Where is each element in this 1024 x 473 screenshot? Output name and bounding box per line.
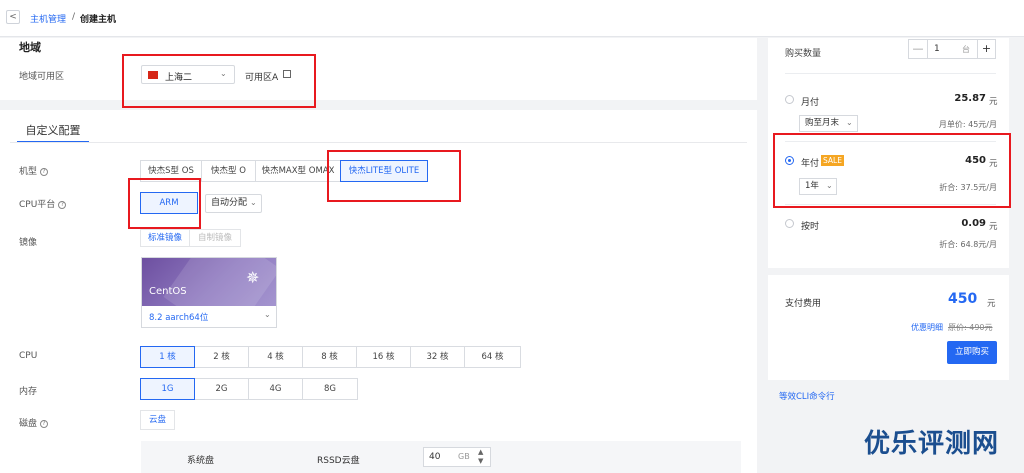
image-label: 镜像 bbox=[19, 238, 38, 248]
model-label: 机型? bbox=[19, 164, 49, 177]
system-disk-type: RSSD云盘 bbox=[317, 456, 360, 466]
disk-size-stepper[interactable]: 40 GB ▲ ▼ bbox=[423, 447, 491, 467]
cpu-platform-label-text: CPU平台 bbox=[19, 200, 56, 210]
centos-logo-icon: ✵ bbox=[246, 268, 260, 287]
top-bar: < 主机管理 / 创建主机 bbox=[0, 0, 1024, 37]
cpu-platform-options: ARM bbox=[140, 192, 198, 214]
cpu-option-2[interactable]: 2 核 bbox=[194, 346, 249, 368]
system-disk-row: 系统盘 RSSD云盘 40 GB ▲ ▼ bbox=[141, 441, 741, 473]
quantity-unit: 台 bbox=[962, 45, 970, 54]
model-option-o[interactable]: 快杰型 O bbox=[201, 160, 256, 182]
cpu-platform-arm[interactable]: ARM bbox=[140, 192, 198, 214]
disk-label: 磁盘? bbox=[19, 416, 49, 429]
memory-option-1g[interactable]: 1G bbox=[140, 378, 195, 400]
increment-icon[interactable]: ▲ bbox=[478, 448, 483, 456]
discount-details-link[interactable]: 优惠明细 bbox=[911, 322, 943, 333]
radio-hourly[interactable] bbox=[785, 219, 794, 228]
highlight-region-box bbox=[122, 54, 316, 108]
disk-label-text: 磁盘 bbox=[19, 419, 38, 429]
monthly-price-unit: 元 bbox=[989, 97, 998, 107]
image-tabs: 标准镜像 自制镜像 bbox=[140, 229, 241, 247]
monthly-label: 月付 bbox=[801, 98, 820, 108]
watermark-text: 优乐评测网 bbox=[864, 429, 1000, 459]
total-label: 支付费用 bbox=[785, 299, 822, 309]
help-icon[interactable]: ? bbox=[40, 420, 49, 428]
cpu-label: CPU bbox=[19, 351, 38, 361]
hourly-label: 按时 bbox=[801, 222, 820, 232]
os-banner: CentOS ✵ bbox=[142, 258, 276, 306]
cpu-options: 1 核 2 核 4 核 8 核 16 核 32 核 64 核 bbox=[140, 346, 521, 368]
region-section-title: 地域 bbox=[19, 41, 41, 54]
help-icon[interactable]: ? bbox=[58, 201, 67, 209]
disk-size-value: 40 bbox=[429, 452, 441, 462]
model-label-text: 机型 bbox=[19, 167, 38, 177]
original-price: 原价: 490元 bbox=[948, 323, 993, 332]
plus-icon[interactable]: + bbox=[977, 40, 995, 58]
cpu-allocation-value: 自动分配 bbox=[211, 198, 248, 208]
page-title: 创建主机 bbox=[80, 15, 117, 25]
memory-option-4g[interactable]: 4G bbox=[248, 378, 303, 400]
decrement-icon[interactable]: ▼ bbox=[478, 457, 483, 465]
chevron-down-icon: ⌄ bbox=[250, 198, 257, 207]
system-disk-label: 系统盘 bbox=[187, 456, 215, 466]
cpu-option-4[interactable]: 4 核 bbox=[248, 346, 303, 368]
cpu-option-32[interactable]: 32 核 bbox=[410, 346, 465, 368]
region-zone-label: 地域可用区 bbox=[19, 72, 65, 82]
cpu-option-64[interactable]: 64 核 bbox=[464, 346, 521, 368]
minus-icon[interactable]: — bbox=[909, 40, 928, 58]
tab-divider bbox=[10, 142, 747, 143]
breadcrumb-separator: / bbox=[72, 12, 76, 22]
monthly-period-value: 购至月末 bbox=[805, 118, 840, 128]
memory-option-2g[interactable]: 2G bbox=[194, 378, 249, 400]
os-name: CentOS bbox=[149, 286, 187, 297]
buy-now-button[interactable]: 立即购买 bbox=[947, 341, 997, 364]
cpu-option-1[interactable]: 1 核 bbox=[140, 346, 195, 368]
monthly-period-select[interactable]: 购至月末 ⌄ bbox=[799, 115, 858, 132]
cli-command-link[interactable]: 等效CLI命令行 bbox=[779, 390, 835, 402]
custom-config-card: 自定义配置 机型? 快杰S型 OS 快杰型 O 快杰MAX型 OMAX 快杰LI… bbox=[0, 110, 757, 473]
highlight-yearly-box bbox=[773, 133, 1011, 208]
total-amount: 450 bbox=[948, 291, 978, 307]
quantity-label: 购买数量 bbox=[785, 49, 822, 59]
radio-monthly[interactable] bbox=[785, 95, 794, 104]
chevron-down-icon: ⌄ bbox=[264, 310, 271, 319]
memory-option-8g[interactable]: 8G bbox=[302, 378, 358, 400]
os-image-card[interactable]: CentOS ✵ 8.2 aarch64位 ⌄ bbox=[141, 257, 277, 328]
monthly-price: 25.87 bbox=[954, 93, 986, 104]
total-unit: 元 bbox=[987, 299, 996, 309]
model-option-olite[interactable]: 快杰LITE型 OLITE bbox=[340, 160, 428, 182]
tab-standard-image[interactable]: 标准镜像 bbox=[140, 229, 190, 247]
quantity-value[interactable]: 1 bbox=[934, 44, 940, 54]
cpu-allocation-select[interactable]: 自动分配 ⌄ bbox=[205, 194, 262, 213]
chevron-down-icon: ⌄ bbox=[846, 118, 853, 127]
hourly-price: 0.09 bbox=[961, 218, 986, 229]
cpu-option-16[interactable]: 16 核 bbox=[356, 346, 411, 368]
back-arrow-icon[interactable]: < bbox=[6, 10, 20, 24]
cpu-platform-label: CPU平台? bbox=[19, 197, 67, 210]
quantity-stepper[interactable]: — 1 台 + bbox=[908, 39, 996, 59]
hourly-equiv-price: 折合: 64.8元/月 bbox=[939, 240, 997, 249]
disk-type-tabs: 云盘 bbox=[140, 410, 175, 430]
tab-custom-image[interactable]: 自制镜像 bbox=[189, 229, 241, 247]
hourly-price-unit: 元 bbox=[989, 222, 998, 232]
tab-cloud-disk[interactable]: 云盘 bbox=[140, 410, 175, 430]
divider bbox=[785, 73, 996, 74]
memory-label: 内存 bbox=[19, 387, 38, 397]
memory-options: 1G 2G 4G 8G bbox=[140, 378, 358, 400]
os-version-select[interactable]: 8.2 aarch64位 bbox=[149, 311, 208, 323]
cpu-option-8[interactable]: 8 核 bbox=[302, 346, 357, 368]
help-icon[interactable]: ? bbox=[40, 168, 49, 176]
region-card: 地域 地域可用区 上海二 ⌄ 可用区A bbox=[0, 38, 757, 100]
monthly-unit-price: 月单价: 45元/月 bbox=[938, 120, 997, 129]
breadcrumb-parent-link[interactable]: 主机管理 bbox=[30, 12, 66, 25]
disk-size-unit: GB bbox=[458, 452, 470, 461]
payment-summary: 支付费用 450 元 优惠明细 原价: 490元 立即购买 bbox=[768, 275, 1009, 380]
tab-custom-config[interactable]: 自定义配置 bbox=[17, 121, 89, 143]
